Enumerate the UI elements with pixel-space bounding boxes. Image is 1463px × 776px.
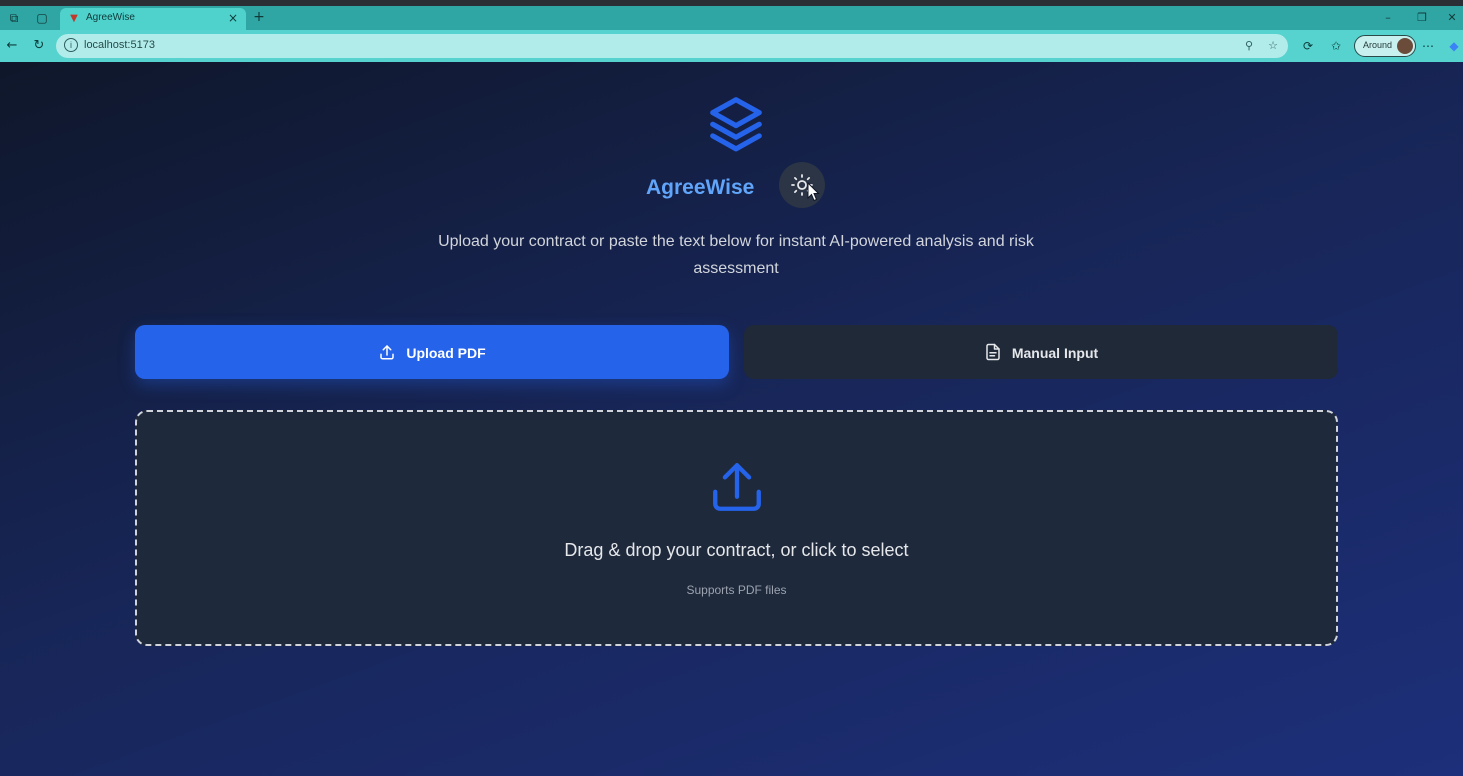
brand-row: AgreeWise	[0, 162, 1463, 210]
tab-upload-pdf-label: Upload PDF	[406, 345, 486, 361]
browser-address-bar: ← ↻ i localhost:5173 ⚲ ☆ ⟳ ✩ Around ⋯ ◆	[0, 30, 1463, 62]
back-icon[interactable]: ←	[4, 38, 20, 54]
browser-tab-bar: ⧉ ▢ ▼ AgreeWise × + – ❐ ✕	[0, 6, 1463, 30]
avatar	[1397, 38, 1413, 54]
close-tab-icon[interactable]: ×	[226, 11, 240, 25]
favorites-icon[interactable]: ✩	[1328, 38, 1344, 54]
page-title: AgreeWise	[646, 176, 755, 199]
close-window-icon[interactable]: ✕	[1444, 10, 1460, 26]
omnibox[interactable]: i localhost:5173 ⚲ ☆	[56, 34, 1288, 58]
more-menu-icon[interactable]: ⋯	[1420, 38, 1436, 54]
tab-title: AgreeWise	[86, 12, 135, 23]
zoom-search-icon[interactable]: ⚲	[1242, 39, 1256, 53]
tab-actions-icon[interactable]: ▢	[34, 10, 50, 26]
browser-tab-active[interactable]: ▼ AgreeWise ×	[60, 8, 246, 30]
new-tab-icon[interactable]: +	[251, 9, 267, 25]
url-text[interactable]: localhost:5173	[84, 39, 155, 51]
app-page: AgreeWise Upload your contract or paste …	[0, 62, 1463, 776]
profile-button[interactable]: Around	[1354, 35, 1416, 57]
file-dropzone[interactable]: Drag & drop your contract, or click to s…	[135, 410, 1338, 646]
document-icon	[986, 343, 1000, 361]
upload-icon	[380, 345, 395, 360]
page-subtitle: Upload your contract or paste the text b…	[438, 233, 1034, 277]
layers-logo-icon	[710, 97, 762, 152]
tab-manual-input[interactable]: Manual Input	[744, 325, 1338, 379]
mouse-pointer-icon	[807, 182, 820, 202]
input-mode-tabs: Upload PDF Manual Input	[135, 325, 1338, 379]
workspaces-icon[interactable]: ⧉	[6, 10, 22, 26]
copilot-icon[interactable]: ◆	[1446, 38, 1462, 54]
dropzone-subtitle: Supports PDF files	[686, 583, 787, 597]
site-favicon-icon: ▼	[70, 13, 78, 24]
dropzone-title: Drag & drop your contract, or click to s…	[564, 540, 909, 560]
restore-window-icon[interactable]: ❐	[1414, 10, 1430, 26]
reload-icon[interactable]: ↻	[31, 38, 47, 54]
minimize-window-icon[interactable]: –	[1380, 10, 1396, 26]
tab-upload-pdf[interactable]: Upload PDF	[135, 325, 729, 379]
profile-label: Around	[1363, 40, 1393, 50]
upload-icon	[713, 463, 761, 511]
site-info-icon[interactable]: i	[64, 38, 78, 52]
extension-icon[interactable]: ⟳	[1300, 38, 1316, 54]
tab-manual-input-label: Manual Input	[1011, 345, 1099, 361]
bookmark-star-icon[interactable]: ☆	[1266, 39, 1280, 53]
